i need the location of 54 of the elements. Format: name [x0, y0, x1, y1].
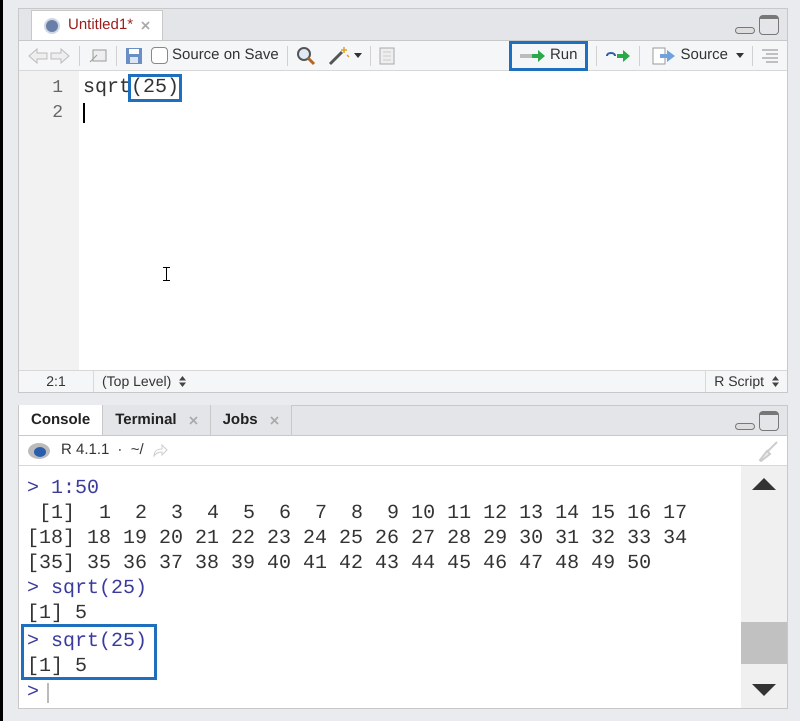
document-arrow-icon — [652, 46, 676, 64]
working-directory: · ~/ — [117, 440, 144, 460]
console-output: [35] 35 36 37 38 39 40 41 42 43 44 45 46 47 48 49 50 — [27, 551, 652, 574]
r-version: R 4.1.1 — [61, 440, 110, 460]
scrollbar[interactable] — [741, 466, 787, 708]
mouse-cursor-icon — [163, 267, 170, 281]
console-tab[interactable]: Terminal — [103, 405, 211, 435]
scrollbar-thumb[interactable] — [741, 622, 787, 664]
source-button[interactable]: Source — [648, 44, 732, 67]
popout-icon[interactable] — [88, 48, 108, 64]
console-tab[interactable]: Jobs — [210, 405, 292, 435]
scroll-down-icon[interactable] — [752, 684, 776, 696]
maximize-icon[interactable] — [759, 410, 779, 430]
scroll-up-icon[interactable] — [752, 478, 776, 490]
cursor-position: 2:1 — [19, 371, 94, 392]
tab-label: Untitled1* — [68, 15, 134, 36]
up-down-arrows-icon[interactable] — [772, 376, 779, 387]
minimize-icon[interactable] — [735, 27, 755, 34]
line-number: 1 — [51, 77, 64, 100]
console-command: > 1:50 — [27, 476, 100, 499]
maximize-icon[interactable] — [759, 14, 779, 34]
console-command: > sqrt(25) — [27, 629, 148, 652]
code-text: (25) — [131, 76, 180, 98]
close-icon[interactable] — [141, 21, 150, 30]
editor-tab[interactable]: Untitled1* — [31, 10, 164, 40]
checkbox[interactable] — [151, 47, 168, 64]
save-icon[interactable] — [125, 46, 143, 64]
minimize-icon[interactable] — [735, 423, 755, 430]
console-prompt: > — [27, 680, 40, 706]
search-icon[interactable] — [296, 46, 316, 66]
close-icon[interactable] — [270, 416, 279, 424]
outline-icon[interactable] — [761, 48, 779, 62]
caret-icon — [354, 53, 362, 58]
line-number: 2 — [51, 102, 64, 125]
console-command: > sqrt(25) — [27, 576, 148, 599]
magic-wand-icon[interactable] — [328, 46, 350, 66]
checkbox-label: Source on Save — [172, 45, 279, 66]
arrow-right-icon — [520, 50, 546, 62]
text-cursor — [47, 682, 50, 702]
caret-icon — [736, 53, 744, 58]
file-type-selector[interactable]: R Script — [714, 371, 764, 392]
notebook-icon[interactable] — [378, 46, 395, 64]
console-output: [1] 5 — [27, 654, 88, 677]
close-icon[interactable] — [188, 416, 198, 424]
up-down-arrows-icon[interactable] — [179, 376, 186, 387]
run-button[interactable]: Run — [508, 40, 588, 70]
rerun-icon[interactable] — [605, 48, 632, 62]
console-tab[interactable]: Console — [19, 405, 104, 435]
console-output: [1] 1 2 3 4 5 6 7 8 9 10 11 12 13 14 15 16 17 — [38, 501, 688, 524]
code-text: sqrt — [83, 76, 132, 98]
text-cursor — [83, 102, 85, 122]
scope-selector[interactable]: (Top Level) — [102, 371, 172, 392]
console-output: [18] 18 19 20 21 22 23 24 25 26 27 28 29 30 31 32 33 34 — [27, 526, 688, 549]
console-output: [1] 5 — [27, 601, 88, 624]
